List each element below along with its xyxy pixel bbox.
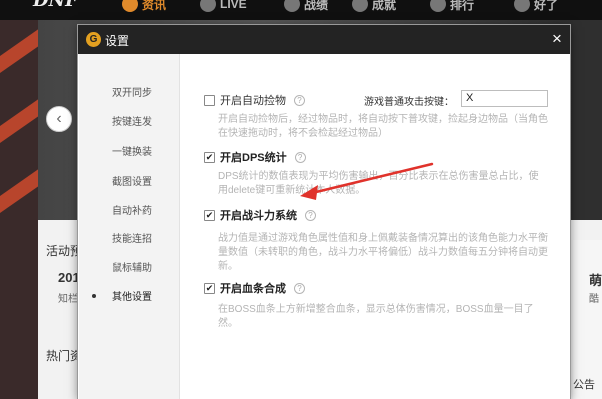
top-navigation: DNF 资讯 LIVE 战绩 成就 排行 好了 [0,0,602,20]
live-icon [200,0,216,12]
sidebar-item-dual-sync[interactable]: 双开同步 [79,79,179,104]
nav-live[interactable]: LIVE [200,0,247,13]
nav-record-label: 战绩 [304,0,329,12]
nav-achievement[interactable]: 成就 [352,0,396,13]
dps-checkbox[interactable]: ✔ [204,151,215,163]
nav-achievement-label: 成就 [372,0,397,12]
option-autopick[interactable]: 开启自动捡物 ? [204,92,305,108]
activity-sub: 知栏 [58,294,78,305]
bloodbar-checkbox[interactable]: ✔ [204,282,215,294]
banner-prev-button[interactable]: ‹ [46,106,72,132]
chevron-left-icon: ‹ [56,110,62,127]
dialog-title: 设置 [105,34,130,48]
attack-key-input[interactable]: X [461,90,548,107]
nav-rank-label: 排行 [450,0,475,12]
nav-live-label: LIVE [220,0,247,11]
sidebar-item-skill-combo[interactable]: 技能连招 [79,225,179,250]
app-logo-icon: G [86,32,101,47]
background-right-art [573,20,602,240]
nav-news[interactable]: 资讯 [122,0,166,13]
friends-icon [514,0,530,12]
power-description: 战力值是通过游戏角色属性值和身上佩戴装备情况算出的该角色能力水平衡量数值（未转职… [218,233,548,272]
sidebar-item-key-repeat[interactable]: 按键连发 [79,108,179,133]
option-bloodbar[interactable]: ✔ 开启血条合成 ? [204,280,305,296]
settings-sidebar: 双开同步 按键连发 一键换装 截图设置 自动补药 技能连招 鼠标辅助 其他设置 [79,54,180,399]
settings-content: 开启自动捡物 ? 游戏普通攻击按键： X 开启自动捡物后，经过物品时，将自动按下… [180,54,570,399]
bloodbar-description: 在BOSS血条上方新增整合血条，显示总体伤害情况，BOSS血量一目了然。 [218,304,534,329]
background-side-art [0,20,38,399]
right-fragment-2: 酷 [589,294,599,305]
sidebar-item-other-settings[interactable]: 其他设置 [79,283,179,308]
dialog-titlebar[interactable]: G 设置 × [78,25,570,54]
autopick-checkbox[interactable] [204,94,215,106]
attack-key-label: 游戏普通攻击按键： [364,97,454,108]
activity-heading: 活动预 [46,244,83,258]
sidebar-item-mouse-assist[interactable]: 鼠标辅助 [79,254,179,279]
nav-record[interactable]: 战绩 [284,0,328,13]
hot-news-heading: 热门资 [46,349,83,363]
autopick-description: 开启自动捡物后，经过物品时，将自动按下普攻键，捡起身边物品（当角色在快速拖动时，… [218,114,548,139]
sidebar-item-label: 其他设置 [112,292,152,303]
nav-friends[interactable]: 好了 [514,0,558,13]
dnf-logo: DNF [33,0,78,11]
power-label: 开启战斗力系统 [220,210,297,222]
nav-news-label: 资讯 [142,0,167,12]
option-power[interactable]: ✔ 开启战斗力系统 ? [204,207,316,223]
help-icon[interactable]: ? [305,209,316,221]
sidebar-item-auto-potion[interactable]: 自动补药 [79,197,179,222]
option-dps[interactable]: ✔ 开启DPS统计 ? [204,149,306,165]
active-indicator [92,294,96,298]
close-icon: × [552,29,562,48]
autopick-label: 开启自动捡物 [220,95,286,107]
power-checkbox[interactable]: ✔ [204,209,215,221]
help-icon[interactable]: ? [294,94,305,106]
bloodbar-label: 开启血条合成 [220,283,286,295]
help-icon[interactable]: ? [294,282,305,294]
dps-label: 开启DPS统计 [220,152,287,164]
dps-description: DPS统计的数值表现为平均伤害输出，百分比表示在总伤害量总占比，使用delete… [218,171,539,196]
help-icon[interactable]: ? [294,151,306,163]
sidebar-item-screenshot[interactable]: 截图设置 [79,168,179,193]
right-fragment-1: 萌 [589,273,602,288]
app-window: DNF 资讯 LIVE 战绩 成就 排行 好了 ‹ 活动预 201 知栏 热门资… [0,0,602,399]
rank-icon [430,0,446,12]
news-icon [122,0,138,12]
close-button[interactable]: × [548,28,566,50]
sidebar-item-quick-equip[interactable]: 一键换装 [79,138,179,163]
nav-rank[interactable]: 排行 [430,0,474,13]
record-icon [284,0,300,12]
settings-dialog: G 设置 × 双开同步 按键连发 一键换装 截图设置 自动补药 技能连招 鼠标辅… [78,25,570,399]
achievement-icon [352,0,368,12]
activity-year: 201 [58,270,80,285]
announcement-label: 公告 [573,379,595,391]
nav-friends-label: 好了 [534,0,559,12]
